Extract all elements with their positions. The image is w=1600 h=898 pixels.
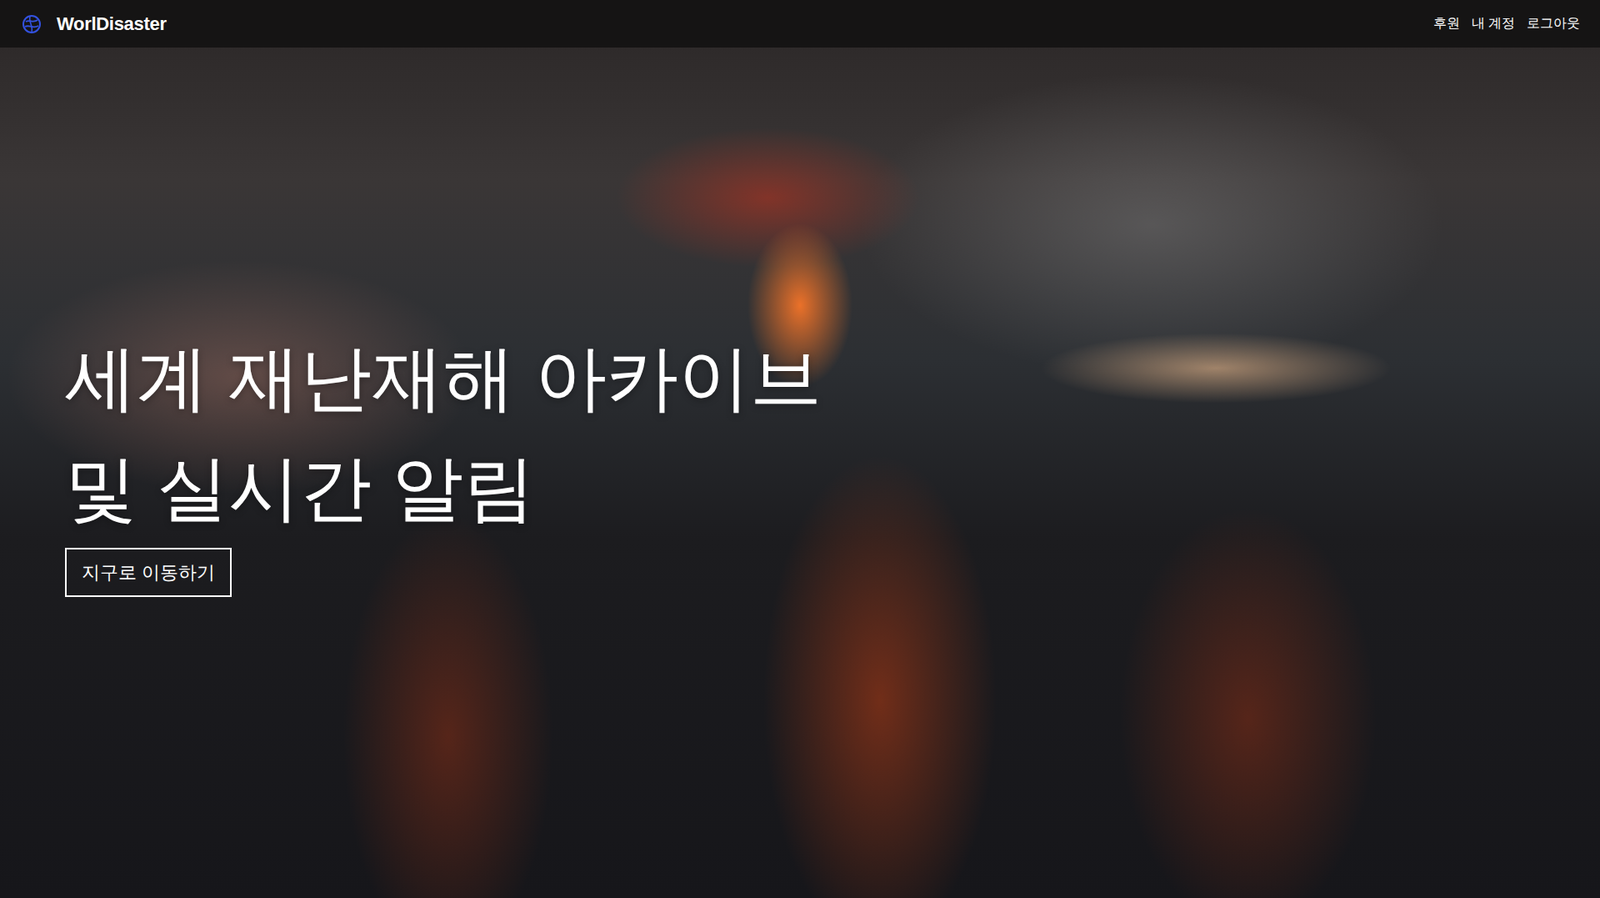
hero: 세계 재난재해 아카이브및 실시간 알림지구로 이동하기 [0, 47, 1600, 597]
nav-link[interactable]: 내 계정 [1471, 15, 1515, 33]
hero-title-line: 및 실시간 알림 [65, 432, 822, 543]
nav-link[interactable]: 로그아웃 [1526, 15, 1580, 33]
logo-text: WorlDisaster [56, 13, 167, 35]
nav-link[interactable]: 후원 [1433, 15, 1460, 33]
globe-logo-icon [21, 14, 42, 35]
brand[interactable]: WorlDisaster [21, 13, 167, 35]
hero-title-line: 세계 재난재해 아카이브 [65, 322, 822, 433]
top-bar: WorlDisaster 후원 내 계정 로그아웃 [0, 0, 1600, 48]
hero-title: 세계 재난재해 아카이브및 실시간 알림 [65, 322, 822, 543]
hero-background: WorlDisaster 후원 내 계정 로그아웃세계 재난재해 아카이브및 실시간 … [0, 0, 1600, 898]
nav: 후원 내 계정 로그아웃 [1433, 15, 1580, 33]
go-to-earth-button[interactable]: 지구로 이동하기 [65, 547, 232, 597]
